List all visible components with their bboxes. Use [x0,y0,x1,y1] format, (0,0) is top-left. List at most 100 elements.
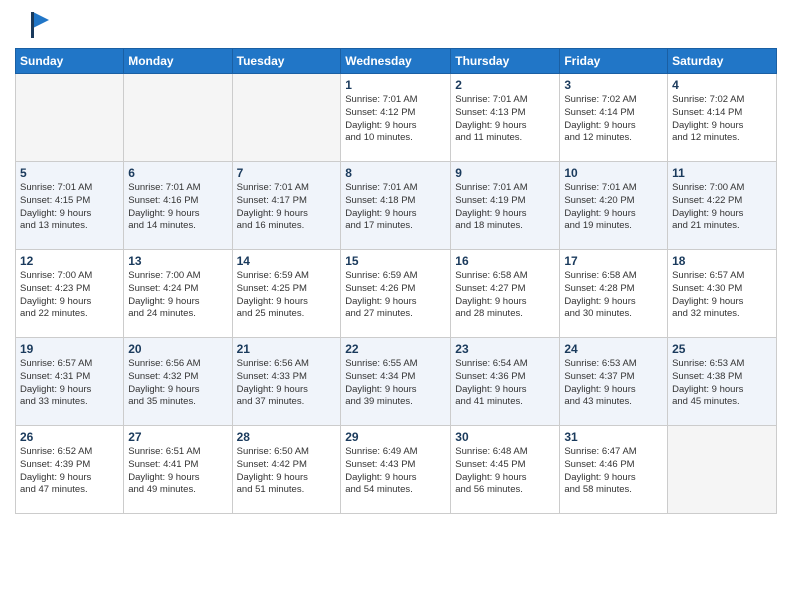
day-info: Sunrise: 7:01 AM Sunset: 4:18 PM Dayligh… [345,182,446,233]
day-info: Sunrise: 6:59 AM Sunset: 4:25 PM Dayligh… [237,270,337,321]
calendar-cell: 16Sunrise: 6:58 AM Sunset: 4:27 PM Dayli… [451,250,560,338]
calendar-cell: 10 Sunrise: 7:01 AM Sunset: 4:20 PM Dayli… [560,162,668,250]
calendar-cell: 29 Sunrise: 6:49 AM Sunset: 4:43 PM Dayli… [341,426,451,514]
week-row-2: 5Sunrise: 7:01 AM Sunset: 4:15 PM Daylig… [16,162,777,250]
calendar-cell: 3 Sunrise: 7:02 AM Sunset: 4:14 PM Daylig… [560,74,668,162]
logo-icon [15,10,51,40]
calendar-cell: 5Sunrise: 7:01 AM Sunset: 4:15 PM Daylig… [16,162,124,250]
calendar-cell: 18Sunrise: 6:57 AM Sunset: 4:30 PM Dayli… [668,250,777,338]
calendar-cell [668,426,777,514]
day-info: Sunrise: 7:01 AM Sunset: 4:19 PM Dayligh… [455,182,555,233]
day-info: Sunrise: 6:55 AM Sunset: 4:34 PM Dayligh… [345,358,446,409]
calendar-cell: 12 Sunrise: 7:00 AM Sunset: 4:23 PM Dayli… [16,250,124,338]
day-info: Sunrise: 6:53 AM Sunset: 4:38 PM Dayligh… [672,358,772,409]
day-info: Sunrise: 7:01 AM Sunset: 4:20 PM Dayligh… [564,182,663,233]
day-number: 10 [564,166,663,180]
day-number: 17 [564,254,663,268]
header [15,10,777,40]
calendar-cell: 25 Sunrise: 6:53 AM Sunset: 4:38 PM Dayli… [668,338,777,426]
calendar-table: SundayMondayTuesdayWednesdayThursdayFrid… [15,48,777,514]
day-number: 31 [564,430,663,444]
week-row-1: 1 Sunrise: 7:01 AM Sunset: 4:12 PM Daylig… [16,74,777,162]
day-number: 24 [564,342,663,356]
day-number: 2 [455,78,555,92]
calendar-cell: 4 Sunrise: 7:02 AM Sunset: 4:14 PM Daylig… [668,74,777,162]
calendar-cell: 11 Sunrise: 7:00 AM Sunset: 4:22 PM Dayli… [668,162,777,250]
day-number: 4 [672,78,772,92]
calendar-cell [16,74,124,162]
day-number: 26 [20,430,119,444]
weekday-header-saturday: Saturday [668,49,777,74]
day-number: 22 [345,342,446,356]
weekday-header-monday: Monday [124,49,232,74]
day-number: 3 [564,78,663,92]
page: SundayMondayTuesdayWednesdayThursdayFrid… [0,0,792,612]
day-number: 1 [345,78,446,92]
calendar-cell: 14 Sunrise: 6:59 AM Sunset: 4:25 PM Dayli… [232,250,341,338]
weekday-header-row: SundayMondayTuesdayWednesdayThursdayFrid… [16,49,777,74]
day-number: 9 [455,166,555,180]
day-info: Sunrise: 7:02 AM Sunset: 4:14 PM Dayligh… [672,94,772,145]
day-number: 11 [672,166,772,180]
day-number: 7 [237,166,337,180]
calendar-cell: 17 Sunrise: 6:58 AM Sunset: 4:28 PM Dayli… [560,250,668,338]
week-row-5: 26Sunrise: 6:52 AM Sunset: 4:39 PM Dayli… [16,426,777,514]
day-number: 21 [237,342,337,356]
calendar-cell: 24 Sunrise: 6:53 AM Sunset: 4:37 PM Dayli… [560,338,668,426]
day-number: 20 [128,342,227,356]
day-number: 6 [128,166,227,180]
day-info: Sunrise: 7:02 AM Sunset: 4:14 PM Dayligh… [564,94,663,145]
calendar-cell: 2 Sunrise: 7:01 AM Sunset: 4:13 PM Daylig… [451,74,560,162]
week-row-4: 19Sunrise: 6:57 AM Sunset: 4:31 PM Dayli… [16,338,777,426]
day-number: 29 [345,430,446,444]
day-info: Sunrise: 6:56 AM Sunset: 4:32 PM Dayligh… [128,358,227,409]
day-number: 14 [237,254,337,268]
calendar-cell: 30 Sunrise: 6:48 AM Sunset: 4:45 PM Dayli… [451,426,560,514]
calendar-cell: 21 Sunrise: 6:56 AM Sunset: 4:33 PM Dayli… [232,338,341,426]
day-info: Sunrise: 6:54 AM Sunset: 4:36 PM Dayligh… [455,358,555,409]
calendar-cell [124,74,232,162]
calendar-cell: 19Sunrise: 6:57 AM Sunset: 4:31 PM Dayli… [16,338,124,426]
day-number: 25 [672,342,772,356]
calendar-cell: 9 Sunrise: 7:01 AM Sunset: 4:19 PM Daylig… [451,162,560,250]
day-info: Sunrise: 6:58 AM Sunset: 4:28 PM Dayligh… [564,270,663,321]
weekday-header-tuesday: Tuesday [232,49,341,74]
calendar-cell: 15Sunrise: 6:59 AM Sunset: 4:26 PM Dayli… [341,250,451,338]
day-info: Sunrise: 7:00 AM Sunset: 4:23 PM Dayligh… [20,270,119,321]
day-number: 13 [128,254,227,268]
calendar-cell: 27Sunrise: 6:51 AM Sunset: 4:41 PM Dayli… [124,426,232,514]
day-info: Sunrise: 6:53 AM Sunset: 4:37 PM Dayligh… [564,358,663,409]
day-info: Sunrise: 6:47 AM Sunset: 4:46 PM Dayligh… [564,446,663,497]
day-info: Sunrise: 6:50 AM Sunset: 4:42 PM Dayligh… [237,446,337,497]
weekday-header-friday: Friday [560,49,668,74]
day-number: 18 [672,254,772,268]
calendar-cell [232,74,341,162]
calendar-cell: 26Sunrise: 6:52 AM Sunset: 4:39 PM Dayli… [16,426,124,514]
day-number: 30 [455,430,555,444]
weekday-header-sunday: Sunday [16,49,124,74]
day-info: Sunrise: 7:01 AM Sunset: 4:16 PM Dayligh… [128,182,227,233]
calendar-cell: 8 Sunrise: 7:01 AM Sunset: 4:18 PM Daylig… [341,162,451,250]
calendar-cell: 20 Sunrise: 6:56 AM Sunset: 4:32 PM Dayli… [124,338,232,426]
calendar-cell: 1 Sunrise: 7:01 AM Sunset: 4:12 PM Daylig… [341,74,451,162]
day-number: 23 [455,342,555,356]
day-info: Sunrise: 7:01 AM Sunset: 4:12 PM Dayligh… [345,94,446,145]
day-info: Sunrise: 6:48 AM Sunset: 4:45 PM Dayligh… [455,446,555,497]
day-number: 12 [20,254,119,268]
calendar-cell: 31 Sunrise: 6:47 AM Sunset: 4:46 PM Dayli… [560,426,668,514]
day-info: Sunrise: 6:56 AM Sunset: 4:33 PM Dayligh… [237,358,337,409]
day-info: Sunrise: 7:00 AM Sunset: 4:24 PM Dayligh… [128,270,227,321]
day-number: 19 [20,342,119,356]
day-info: Sunrise: 7:01 AM Sunset: 4:13 PM Dayligh… [455,94,555,145]
day-number: 8 [345,166,446,180]
weekday-header-thursday: Thursday [451,49,560,74]
calendar-cell: 28Sunrise: 6:50 AM Sunset: 4:42 PM Dayli… [232,426,341,514]
calendar-cell: 13 Sunrise: 7:00 AM Sunset: 4:24 PM Dayli… [124,250,232,338]
day-number: 27 [128,430,227,444]
calendar-cell: 23 Sunrise: 6:54 AM Sunset: 4:36 PM Dayli… [451,338,560,426]
day-info: Sunrise: 6:58 AM Sunset: 4:27 PM Dayligh… [455,270,555,321]
weekday-header-wednesday: Wednesday [341,49,451,74]
day-info: Sunrise: 6:49 AM Sunset: 4:43 PM Dayligh… [345,446,446,497]
day-info: Sunrise: 6:59 AM Sunset: 4:26 PM Dayligh… [345,270,446,321]
day-info: Sunrise: 7:00 AM Sunset: 4:22 PM Dayligh… [672,182,772,233]
